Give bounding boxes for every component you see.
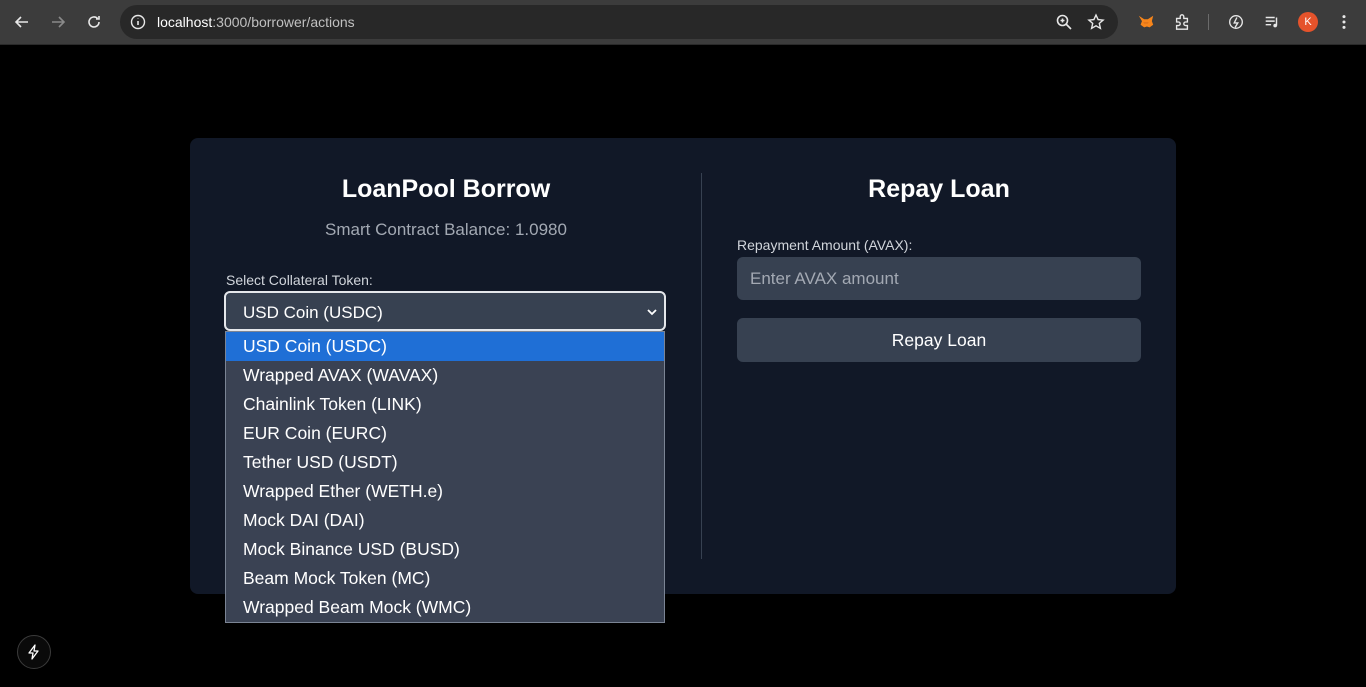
reload-icon[interactable] [82, 10, 106, 34]
address-bar[interactable]: localhost:3000/borrower/actions [120, 5, 1118, 39]
repay-title: Repay Loan [868, 175, 1010, 203]
zoom-icon[interactable] [1055, 13, 1073, 31]
info-icon[interactable] [130, 14, 146, 30]
url-host: localhost [157, 14, 213, 30]
token-option[interactable]: Tether USD (USDT) [226, 448, 664, 477]
repay-loan-button[interactable]: Repay Loan [737, 318, 1141, 362]
chevron-down-icon [647, 309, 657, 316]
token-option[interactable]: Mock Binance USD (BUSD) [226, 535, 664, 564]
forward-arrow-icon[interactable] [46, 10, 70, 34]
back-arrow-icon[interactable] [10, 10, 34, 34]
profile-avatar[interactable]: K [1298, 12, 1318, 32]
star-icon[interactable] [1087, 13, 1105, 31]
token-option[interactable]: EUR Coin (EURC) [226, 419, 664, 448]
token-option[interactable]: USD Coin (USDC) [226, 332, 664, 361]
media-queue-icon[interactable] [1262, 12, 1282, 32]
token-option[interactable]: Wrapped Beam Mock (WMC) [226, 593, 664, 622]
token-option[interactable]: Wrapped Ether (WETH.e) [226, 477, 664, 506]
dev-tools-badge[interactable] [17, 635, 51, 669]
toolbar-separator [1208, 14, 1209, 30]
url-path: :3000/borrower/actions [212, 14, 355, 30]
url-text[interactable]: localhost:3000/borrower/actions [157, 14, 355, 30]
contract-balance: Smart Contract Balance: 1.0980 [325, 220, 567, 239]
extensions-puzzle-icon[interactable] [1172, 12, 1192, 32]
browser-toolbar: localhost:3000/borrower/actions K [0, 0, 1366, 45]
collateral-label: Select Collateral Token: [226, 272, 373, 288]
repayment-amount-input[interactable] [737, 257, 1141, 300]
performance-icon[interactable] [1226, 12, 1246, 32]
metamask-fox-icon[interactable] [1136, 12, 1156, 32]
lightning-icon [28, 644, 39, 660]
collateral-token-select[interactable]: USD Coin (USDC) [224, 291, 666, 331]
collateral-token-dropdown: USD Coin (USDC) Wrapped AVAX (WAVAX) Cha… [225, 331, 665, 623]
token-option[interactable]: Beam Mock Token (MC) [226, 564, 664, 593]
menu-dots-icon[interactable] [1334, 12, 1354, 32]
column-divider [701, 173, 702, 559]
repayment-amount-label: Repayment Amount (AVAX): [737, 237, 913, 253]
borrow-title: LoanPool Borrow [341, 175, 551, 203]
token-option[interactable]: Chainlink Token (LINK) [226, 390, 664, 419]
token-option[interactable]: Wrapped AVAX (WAVAX) [226, 361, 664, 390]
token-option[interactable]: Mock DAI (DAI) [226, 506, 664, 535]
selected-token: USD Coin (USDC) [243, 303, 383, 322]
